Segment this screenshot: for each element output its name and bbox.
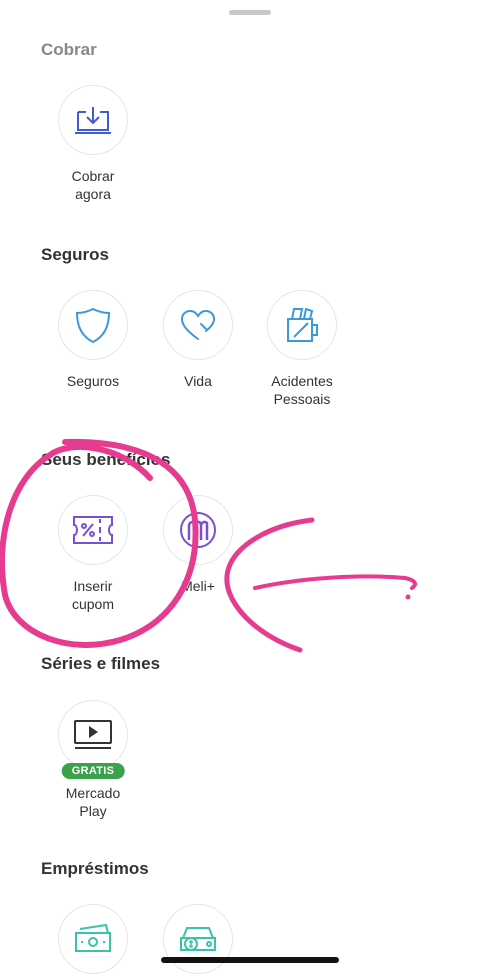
emprestimo-dinheiro-circle bbox=[58, 904, 128, 974]
car-loan-icon bbox=[180, 927, 216, 951]
mercado-play-button[interactable]: GRATIS Mercado Play bbox=[41, 700, 145, 820]
sheet-grabber[interactable] bbox=[229, 10, 271, 15]
annotation-arrow-line bbox=[253, 574, 418, 590]
meli-plus-circle bbox=[163, 495, 233, 565]
coupon-icon bbox=[73, 516, 113, 544]
play-screen-icon bbox=[74, 720, 112, 749]
inserir-cupom-circle bbox=[58, 495, 128, 565]
emprestimo-veiculo-button[interactable] bbox=[146, 904, 250, 974]
acidentes-pessoais-button[interactable]: Acidentes Pessoais bbox=[250, 290, 354, 408]
download-tray-icon bbox=[75, 107, 111, 134]
vida-circle bbox=[163, 290, 233, 360]
inserir-cupom-label: Inserir cupom bbox=[71, 578, 115, 612]
heart-icon bbox=[180, 309, 216, 340]
seguros-label: Seguros bbox=[66, 373, 120, 389]
cobrar-agora-label: Cobrar agora bbox=[71, 168, 115, 202]
section-title-beneficios: Seus benefícios bbox=[41, 450, 171, 469]
acidentes-pessoais-label: Acidentes Pessoais bbox=[271, 373, 333, 407]
vida-label: Vida bbox=[184, 373, 212, 389]
vida-button[interactable]: Vida bbox=[146, 290, 250, 390]
money-bill-icon bbox=[75, 923, 111, 952]
mercado-play-circle: GRATIS bbox=[58, 700, 128, 779]
mercado-play-label: Mercado Play bbox=[65, 785, 121, 819]
section-title-seguros: Seguros bbox=[41, 245, 110, 264]
emprestimo-veiculo-circle bbox=[163, 904, 233, 974]
meli-plus-icon bbox=[180, 512, 216, 548]
cobrar-agora-button[interactable]: Cobrar agora bbox=[41, 85, 145, 203]
seguros-button[interactable]: Seguros bbox=[41, 290, 145, 390]
section-title-emprestimos: Empréstimos bbox=[41, 859, 149, 878]
inserir-cupom-button[interactable]: Inserir cupom bbox=[41, 495, 145, 613]
gratis-badge: GRATIS bbox=[61, 763, 125, 779]
bandage-icon bbox=[287, 307, 318, 342]
section-title-cobrar: Cobrar bbox=[41, 40, 97, 59]
acidentes-pessoais-circle bbox=[267, 290, 337, 360]
emprestimo-dinheiro-button[interactable] bbox=[41, 904, 145, 974]
section-title-series: Séries e filmes bbox=[41, 654, 161, 673]
meli-plus-button[interactable]: Meli+ bbox=[146, 495, 250, 595]
shield-icon bbox=[75, 307, 111, 344]
seguros-circle bbox=[58, 290, 128, 360]
meli-plus-label: Meli+ bbox=[181, 578, 215, 594]
annotation-dot bbox=[405, 594, 411, 600]
cobrar-agora-circle bbox=[58, 85, 128, 155]
home-indicator bbox=[161, 957, 339, 963]
